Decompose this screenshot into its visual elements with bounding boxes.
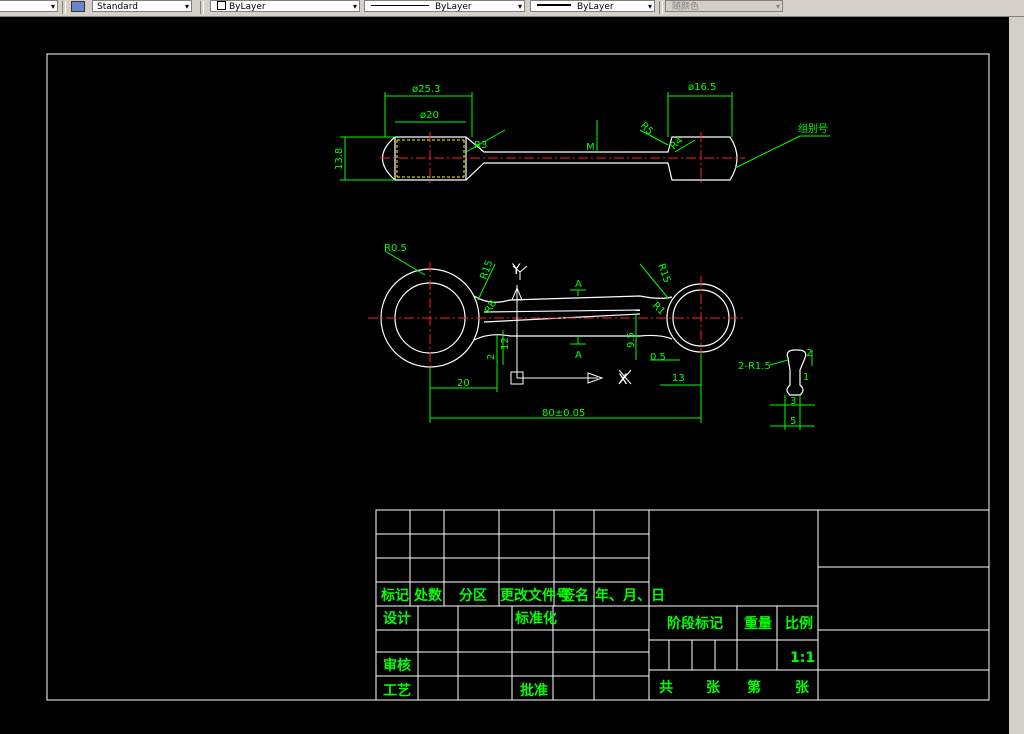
tb-scale: 1:1 bbox=[790, 650, 815, 666]
section-detail: 2-R1.5 3 5 2 1 bbox=[738, 348, 815, 430]
dim-r15-right: R15 bbox=[655, 262, 672, 284]
tb-header-zone: 分区 bbox=[459, 588, 487, 604]
chevron-down-icon: ▾ bbox=[352, 2, 357, 11]
tb-weight: 重量 bbox=[744, 615, 772, 632]
dim-20: 20 bbox=[457, 378, 470, 389]
tb-header-count: 处数 bbox=[413, 587, 443, 604]
layer-value: ByLayer bbox=[229, 2, 266, 12]
properties-toolbar: ▾ Standard ▾ ByLayer ▾ ByLayer ▾ ByLayer ▾ 随… bbox=[0, 0, 1024, 17]
dim-sec-1: 1 bbox=[803, 372, 809, 383]
dim-2: 2 bbox=[486, 354, 497, 360]
dim-sec-5: 5 bbox=[790, 416, 796, 427]
section-mark-a-top: A bbox=[575, 279, 582, 290]
plot-style-value: 随颜色 bbox=[672, 2, 700, 12]
dim-r05: R0.5 bbox=[384, 243, 407, 254]
tb-approve: 批准 bbox=[520, 682, 548, 699]
dim-80: 80±0.05 bbox=[542, 408, 585, 419]
vertical-scrollbar[interactable] bbox=[1009, 17, 1024, 734]
title-block: 标记 处数 分区 更改文件号 签名 年、月、日 设计 标准化 审核 工艺 批准 … bbox=[375, 509, 990, 701]
tb-nth: 第 bbox=[747, 679, 761, 696]
chevron-down-icon: ▾ bbox=[184, 2, 189, 11]
tb-header-doc: 更改文件号 bbox=[500, 587, 570, 604]
ucs-x-label: X bbox=[618, 372, 628, 388]
label-group-number: 组别号 bbox=[798, 122, 828, 135]
chevron-down-icon: ▾ bbox=[647, 2, 652, 11]
tb-design: 设计 bbox=[383, 610, 411, 627]
dim-sec-2: 2 bbox=[806, 348, 812, 359]
dim-2-r1-5: 2-R1.5 bbox=[738, 361, 771, 372]
text-style-icon[interactable] bbox=[71, 1, 85, 12]
section-mark-a-bottom: A bbox=[575, 350, 582, 361]
dim-d25: ø25.3 bbox=[412, 84, 440, 95]
lineweight-dropdown[interactable]: ByLayer ▾ bbox=[530, 0, 655, 12]
chevron-down-icon: ▾ bbox=[50, 2, 55, 11]
text-style-dropdown[interactable]: Standard ▾ bbox=[92, 0, 192, 12]
layer-dropdown[interactable]: ByLayer ▾ bbox=[210, 0, 360, 12]
dim-r3: R3 bbox=[474, 140, 487, 151]
text-style-value: Standard bbox=[97, 2, 138, 12]
toolbar-separator bbox=[62, 1, 66, 14]
tb-stage: 阶段标记 bbox=[667, 615, 723, 632]
tb-sheet2: 张 bbox=[795, 680, 810, 696]
dim-d16: ø16.5 bbox=[688, 82, 716, 93]
lineweight-sample-icon bbox=[537, 4, 571, 6]
dim-r15-left: R15 bbox=[478, 259, 495, 281]
plot-style-dropdown: 随颜色 ▾ bbox=[665, 0, 783, 12]
tb-total: 共 bbox=[659, 679, 673, 696]
tb-process: 工艺 bbox=[383, 682, 411, 699]
linetype-value: ByLayer bbox=[435, 2, 472, 12]
chevron-down-icon: ▾ bbox=[775, 2, 780, 11]
ucs-y-label: Y bbox=[511, 262, 521, 278]
chevron-down-icon: ▾ bbox=[517, 2, 522, 11]
drawing-viewport[interactable]: ø25.3 ø20 ø16.5 13.8 R3 R5 R4 M 组别号 R0.5… bbox=[0, 17, 1009, 734]
dim-0-5: 0.5 bbox=[650, 352, 666, 363]
dim-r5: R5 bbox=[638, 120, 655, 137]
toolbar-separator bbox=[659, 1, 663, 14]
linetype-dropdown[interactable]: ByLayer ▾ bbox=[364, 0, 525, 12]
color-square-icon bbox=[217, 1, 226, 10]
cad-drawing[interactable]: ø25.3 ø20 ø16.5 13.8 R3 R5 R4 M 组别号 R0.5… bbox=[0, 17, 1009, 734]
dim-d20: ø20 bbox=[420, 110, 439, 121]
dim-9-5: 9.5 bbox=[626, 332, 637, 348]
toolbar-separator bbox=[200, 1, 204, 14]
dim-h13: 13.8 bbox=[334, 148, 345, 170]
tb-header-sign: 签名 bbox=[560, 587, 589, 604]
side-view: ø25.3 ø20 ø16.5 13.8 R3 R5 R4 M 组别号 bbox=[334, 82, 830, 184]
tb-standard: 标准化 bbox=[514, 610, 557, 627]
dim-13: 13 bbox=[672, 373, 685, 384]
lineweight-value: ByLayer bbox=[577, 2, 614, 12]
toolbar-left-dropdown[interactable]: ▾ bbox=[0, 0, 58, 12]
front-view: R0.5 R15 R15 R8 R1 A A 2 12 9.5 0.5 20 1… bbox=[368, 243, 745, 423]
tb-header-date: 年、月、日 bbox=[595, 587, 665, 604]
dim-m: M bbox=[586, 142, 595, 153]
tb-sheets: 张 bbox=[706, 680, 721, 696]
tb-review: 审核 bbox=[383, 657, 411, 674]
dim-r1: R1 bbox=[650, 300, 667, 317]
dim-12: 12 bbox=[500, 337, 511, 350]
tb-header-mark: 标记 bbox=[380, 587, 409, 604]
dim-sec-3: 3 bbox=[790, 396, 796, 407]
tb-scale-label: 比例 bbox=[785, 615, 813, 632]
line-sample-icon bbox=[371, 5, 429, 6]
